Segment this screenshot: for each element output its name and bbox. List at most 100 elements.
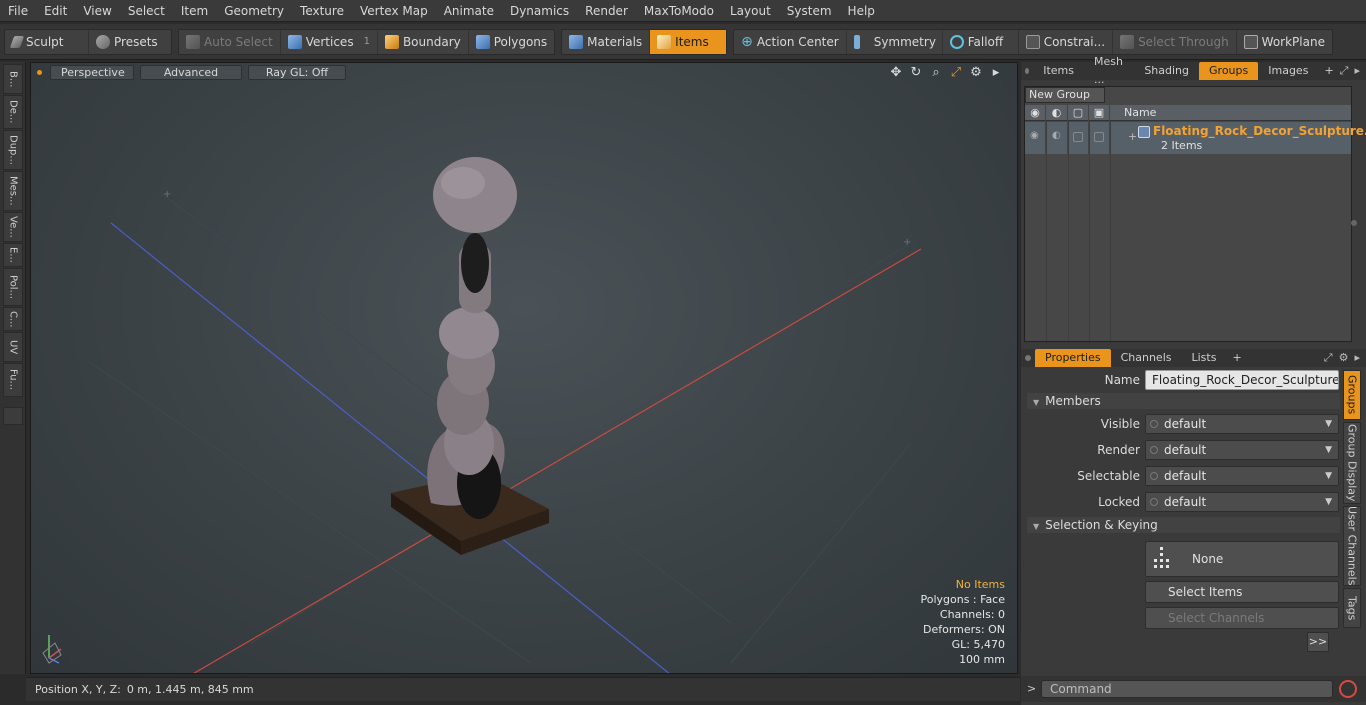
row-select-cell[interactable]	[1068, 122, 1089, 154]
tab-lists[interactable]: Lists	[1182, 349, 1227, 367]
side-tab-group-display[interactable]: Group Display	[1343, 422, 1361, 504]
row-lock-cell[interactable]	[1089, 122, 1110, 154]
menu-layout[interactable]: Layout	[722, 0, 779, 22]
select-channels-button[interactable]: Select Channels	[1145, 607, 1339, 629]
tab-items[interactable]: Items	[1033, 62, 1084, 80]
maximize-view-icon[interactable]: ⤢	[949, 65, 963, 80]
workplane-button[interactable]: WorkPlane	[1237, 30, 1332, 54]
panel-grip-icon[interactable]	[1025, 68, 1030, 74]
select-items-button[interactable]: Select Items	[1145, 581, 1339, 603]
side-tab-groups[interactable]: Groups	[1343, 370, 1361, 420]
move-view-icon[interactable]: ✥	[889, 65, 903, 80]
left-tab-uv[interactable]: UV	[3, 332, 23, 362]
tab-images[interactable]: Images	[1258, 62, 1318, 80]
materials-button[interactable]: Materials	[562, 29, 651, 54]
panel-menu-arrow-icon[interactable]: ▸	[1354, 351, 1360, 365]
render-dropdown[interactable]: default ▼	[1145, 440, 1339, 460]
auto-select-button[interactable]: Auto Select	[179, 29, 281, 54]
tab-shading[interactable]: Shading	[1134, 62, 1199, 80]
symmetry-button[interactable]: Symmetry	[847, 29, 943, 54]
action-center-button[interactable]: ⊕ Action Center	[734, 29, 847, 54]
menu-help[interactable]: Help	[840, 0, 883, 22]
menu-vertex-map[interactable]: Vertex Map	[352, 0, 436, 22]
viewport-menu-dot-icon[interactable]	[37, 69, 42, 75]
advanced-dropdown[interactable]: Advanced	[140, 64, 242, 80]
polygons-button[interactable]: Polygons	[469, 30, 554, 54]
tab-groups[interactable]: Groups	[1199, 62, 1259, 80]
menu-system[interactable]: System	[779, 0, 840, 22]
more-options-button[interactable]: >>	[1307, 632, 1329, 652]
rotate-view-icon[interactable]: ↻	[909, 65, 923, 80]
scene-canvas[interactable]: + +	[31, 63, 1018, 674]
selectable-dropdown[interactable]: default ▼	[1145, 466, 1339, 486]
stop-record-icon[interactable]	[1339, 680, 1357, 698]
left-tab-polygon[interactable]: Pol...	[3, 268, 23, 306]
name-column-header[interactable]: Name	[1110, 105, 1353, 121]
menu-animate[interactable]: Animate	[436, 0, 502, 22]
none-selection-button[interactable]: None	[1145, 541, 1339, 577]
left-tab-curve[interactable]: C...	[3, 307, 23, 331]
constraints-button[interactable]: Constrai...	[1019, 29, 1114, 54]
row-visibility-cell[interactable]: ◉	[1025, 122, 1046, 154]
visible-dropdown[interactable]: default ▼	[1145, 414, 1339, 434]
panel-menu-arrow-icon[interactable]: ▸	[1354, 64, 1360, 78]
menu-texture[interactable]: Texture	[292, 0, 352, 22]
panel-settings-gear-icon[interactable]: ⚙	[1339, 351, 1349, 365]
sculpt-button[interactable]: Sculpt	[5, 29, 89, 54]
side-tab-tags[interactable]: Tags	[1343, 588, 1361, 628]
items-button[interactable]: Items	[650, 29, 727, 54]
visibility-eye-icon[interactable]: ◉	[1025, 105, 1046, 121]
command-input[interactable]: Command	[1041, 680, 1333, 698]
select-cube-icon[interactable]: ▢	[1068, 105, 1089, 121]
add-tab-plus-icon[interactable]: +	[1318, 62, 1339, 80]
menu-geometry[interactable]: Geometry	[216, 0, 292, 22]
members-section[interactable]: ▼ Members	[1027, 393, 1340, 409]
menu-select[interactable]: Select	[120, 0, 173, 22]
left-tab-deform[interactable]: De...	[3, 95, 23, 129]
menu-item[interactable]: Item	[173, 0, 216, 22]
menu-render[interactable]: Render	[577, 0, 636, 22]
panel-grip-icon[interactable]	[1025, 355, 1031, 361]
group-row[interactable]: ◉ ◐ + Floating_Rock_Decor_Sculpture... 2…	[1025, 122, 1366, 154]
zoom-view-icon[interactable]: ⌕	[929, 65, 943, 80]
menu-edit[interactable]: Edit	[36, 0, 75, 22]
viewport-more-arrow-icon[interactable]: ▸	[989, 65, 1003, 80]
left-tab-edge[interactable]: E...	[3, 243, 23, 267]
boundary-button[interactable]: Boundary	[378, 29, 469, 54]
row-render-cell[interactable]: ◐	[1046, 122, 1068, 154]
menu-file[interactable]: File	[0, 0, 36, 22]
3d-viewport[interactable]: + + Perspective Advanced Ray GL: Off ✥ ↻…	[30, 62, 1018, 674]
new-group-button[interactable]: New Group	[1025, 87, 1105, 103]
locked-dropdown[interactable]: default ▼	[1145, 492, 1339, 512]
menu-view[interactable]: View	[75, 0, 119, 22]
add-tab-plus-icon[interactable]: +	[1226, 349, 1247, 367]
group-name[interactable]: Floating_Rock_Decor_Sculpture...	[1153, 124, 1366, 138]
menu-maxtomodo[interactable]: MaxToModo	[636, 0, 722, 22]
select-through-button[interactable]: Select Through	[1113, 29, 1237, 54]
falloff-button[interactable]: Falloff	[943, 29, 1019, 54]
left-tab-extra[interactable]	[3, 407, 23, 425]
selection-keying-section[interactable]: ▼ Selection & Keying	[1027, 517, 1340, 533]
left-tab-duplicate[interactable]: Dup...	[3, 130, 23, 170]
left-tab-fusion[interactable]: Fu...	[3, 363, 23, 397]
left-tab-basic[interactable]: B...	[3, 64, 23, 94]
tab-properties[interactable]: Properties	[1035, 349, 1111, 367]
vertices-button[interactable]: Vertices 1	[281, 29, 378, 54]
tab-channels[interactable]: Channels	[1111, 349, 1182, 367]
expand-plus-icon[interactable]: +	[1128, 130, 1137, 143]
left-tab-vertex[interactable]: Ve...	[3, 212, 23, 242]
group-name-input[interactable]: Floating_Rock_Decor_Sculpture_Lilac	[1145, 370, 1339, 390]
presets-button[interactable]: Presets	[89, 30, 171, 54]
viewport-settings-gear-icon[interactable]: ⚙	[969, 65, 983, 80]
tab-mesh[interactable]: Mesh ...	[1084, 53, 1134, 89]
perspective-dropdown[interactable]: Perspective	[50, 64, 134, 80]
raygl-toggle[interactable]: Ray GL: Off	[248, 64, 346, 80]
menu-dynamics[interactable]: Dynamics	[502, 0, 577, 22]
side-tab-user-channels[interactable]: User Channels	[1343, 506, 1361, 586]
render-icon[interactable]: ◐	[1046, 105, 1068, 121]
left-tab-mesh[interactable]: Mes...	[3, 171, 23, 211]
expand-panel-icon[interactable]: ⤢	[1324, 351, 1333, 365]
lock-cube-icon[interactable]: ▣	[1089, 105, 1110, 121]
groups-scroll-handle[interactable]	[1351, 220, 1357, 226]
expand-panel-icon[interactable]: ⤢	[1340, 64, 1349, 78]
